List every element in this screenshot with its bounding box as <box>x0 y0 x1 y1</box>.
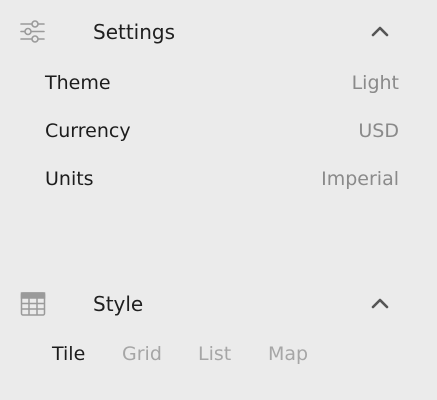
settings-row-currency[interactable]: Currency USD <box>0 110 437 158</box>
style-option-grid[interactable]: Grid <box>122 342 162 366</box>
settings-title: Settings <box>93 20 176 44</box>
settings-row-units[interactable]: Units Imperial <box>0 158 437 206</box>
settings-list: Theme Light Currency USD Units Imperial <box>0 62 437 206</box>
grid-table-icon <box>19 290 47 318</box>
row-value: Light <box>351 72 399 94</box>
settings-section: Settings Theme Light Currency USD Units … <box>0 0 437 206</box>
row-value: USD <box>358 120 399 142</box>
style-options: Tile Grid List Map <box>0 334 437 378</box>
chevron-up-icon[interactable] <box>369 293 391 313</box>
chevron-up-icon[interactable] <box>369 21 391 41</box>
row-label: Currency <box>45 120 131 142</box>
style-option-list[interactable]: List <box>198 342 231 366</box>
style-option-tile[interactable]: Tile <box>52 342 85 366</box>
row-label: Units <box>45 168 94 190</box>
sliders-icon <box>19 18 47 46</box>
style-title: Style <box>93 292 144 316</box>
row-value: Imperial <box>321 168 399 190</box>
row-label: Theme <box>45 72 111 94</box>
settings-row-theme[interactable]: Theme Light <box>0 62 437 110</box>
style-header[interactable]: Style <box>0 272 437 334</box>
settings-header[interactable]: Settings <box>0 0 437 62</box>
style-section: Style Tile Grid List Map <box>0 272 437 378</box>
style-option-map[interactable]: Map <box>268 342 308 366</box>
